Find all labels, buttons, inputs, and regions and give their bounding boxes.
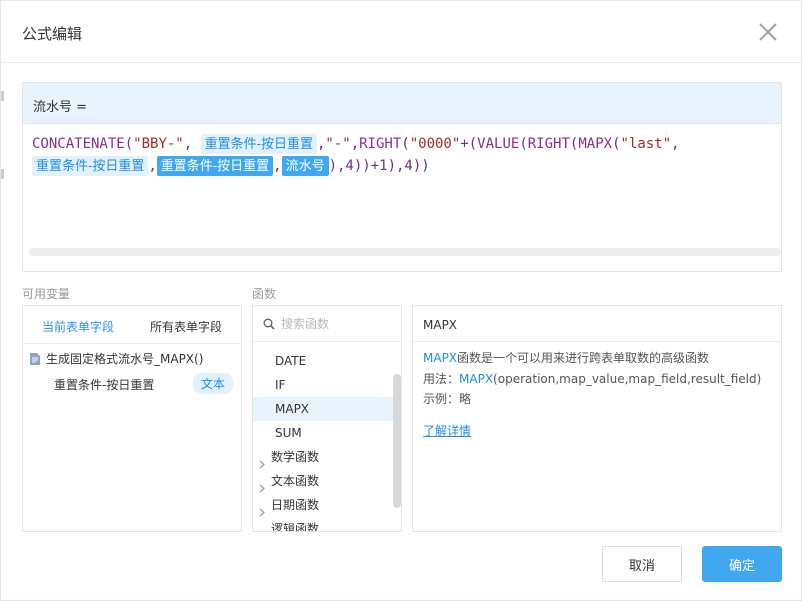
search-input[interactable] [281, 314, 391, 334]
chevron-right-icon [259, 525, 265, 531]
variables-label: 可用变量 [22, 287, 71, 301]
description-summary: MAPX函数是一个可以用来进行跨表单取数的高级函数 [423, 349, 709, 366]
left-edge-marker [1, 169, 4, 179]
formula-token: ( [401, 136, 410, 152]
formula-token: , [350, 136, 360, 152]
vertical-scrollbar[interactable] [393, 374, 401, 508]
function-item-if[interactable]: IF [253, 373, 393, 397]
formula-token: ( [612, 136, 621, 152]
description-usage: 用法：MAPX(operation,map_value,map_field,re… [423, 370, 761, 387]
field-tag[interactable]: 重置条件-按日重置 [32, 156, 149, 176]
close-icon[interactable] [757, 21, 779, 43]
field-tag-selected[interactable]: 重置条件-按日重置 [156, 156, 274, 176]
function-item-mapx[interactable]: MAPX [253, 397, 393, 421]
function-name-highlight: MAPX [423, 351, 458, 365]
learn-more-link[interactable]: 了解详情 [423, 422, 471, 439]
cancel-button[interactable]: 取消 [602, 546, 682, 582]
dialog-header: 公式编辑 [1, 1, 801, 63]
category-logic[interactable]: 逻辑函数 [253, 517, 393, 532]
formula-string: "BBY-" [133, 136, 184, 152]
functions-panel: DATE IF MAPX SUM 数学函数 文本函数 日期函数 逻辑函数 [252, 305, 402, 532]
category-label: 逻辑函数 [271, 522, 320, 532]
target-field-label: 流水号 = [23, 83, 781, 124]
function-name-highlight: MAPX [459, 372, 494, 386]
formula-token: , [148, 158, 157, 174]
formula-token: , [273, 158, 282, 174]
form-tree-item[interactable]: 生成固定格式流水号_MAPX() [30, 350, 203, 368]
formula-function: RIGHT [359, 136, 402, 152]
search-icon [263, 318, 275, 333]
document-icon [30, 353, 40, 368]
field-type-badge: 文本 [193, 373, 234, 394]
usage-prefix: 用法： [423, 372, 460, 386]
field-tag[interactable]: 重置条件-按日重置 [200, 134, 317, 154]
formula-token: ),4))+1),4)) [328, 158, 430, 174]
formula-function: VALUE [477, 136, 520, 152]
confirm-button[interactable]: 确定 [702, 546, 782, 582]
function-search [253, 306, 401, 342]
field-item[interactable]: 重置条件-按日重置 [54, 376, 154, 393]
description-panel: MAPX MAPX函数是一个可以用来进行跨表单取数的高级函数 用法：MAPX(o… [412, 305, 782, 532]
usage-args: (operation,map_value,map_field,result_fi… [493, 372, 762, 386]
variables-panel: 当前表单字段 所有表单字段 生成固定格式流水号_MAPX() 重置条件-按日重置… [22, 305, 242, 532]
formula-function: CONCATENATE [32, 136, 125, 152]
formula-token: ( [519, 136, 528, 152]
summary-text: 函数是一个可以用来进行跨表单取数的高级函数 [457, 351, 710, 365]
category-label: 日期函数 [271, 498, 320, 512]
form-name: 生成固定格式流水号_MAPX() [46, 352, 204, 366]
category-label: 数学函数 [271, 450, 320, 464]
category-label: 文本函数 [271, 474, 320, 488]
formula-text[interactable]: CONCATENATE("BBY-", 重置条件-按日重置 ,"-",RIGHT(… [32, 133, 777, 177]
function-item-date[interactable]: DATE [253, 349, 393, 373]
formula-function: RIGHT [527, 136, 570, 152]
formula-token: , [671, 136, 680, 152]
field-tag-selected[interactable]: 流水号 [281, 156, 329, 176]
formula-function: MAPX [578, 136, 613, 152]
variables-tabs: 当前表单字段 所有表单字段 [23, 306, 241, 344]
formula-token: +( [460, 136, 478, 152]
formula-edit-dialog: 公式编辑 流水号 = CONCATENATE("BBY-", 重置条件-按日重置… [0, 0, 802, 601]
horizontal-scrollbar[interactable] [29, 248, 781, 256]
tab-current-form-fields[interactable]: 当前表单字段 [42, 318, 114, 335]
formula-string: "0000" [409, 136, 461, 152]
category-date[interactable]: 日期函数 [253, 493, 393, 517]
formula-token: , [183, 136, 193, 152]
dialog-title: 公式编辑 [22, 25, 83, 43]
formula-string: "last" [620, 136, 672, 152]
description-example: 示例：略 [423, 392, 472, 406]
function-name-heading: MAPX [413, 306, 781, 342]
functions-label: 函数 [252, 287, 277, 301]
function-item-sum[interactable]: SUM [253, 421, 393, 445]
formula-editor[interactable]: 流水号 = CONCATENATE("BBY-", 重置条件-按日重置 ,"-",… [22, 82, 782, 272]
tab-all-form-fields[interactable]: 所有表单字段 [150, 318, 222, 335]
formula-token: ( [124, 136, 134, 152]
category-math[interactable]: 数学函数 [253, 445, 393, 469]
left-edge-marker [1, 91, 4, 101]
formula-string: "-" [325, 136, 351, 152]
category-text[interactable]: 文本函数 [253, 469, 393, 493]
